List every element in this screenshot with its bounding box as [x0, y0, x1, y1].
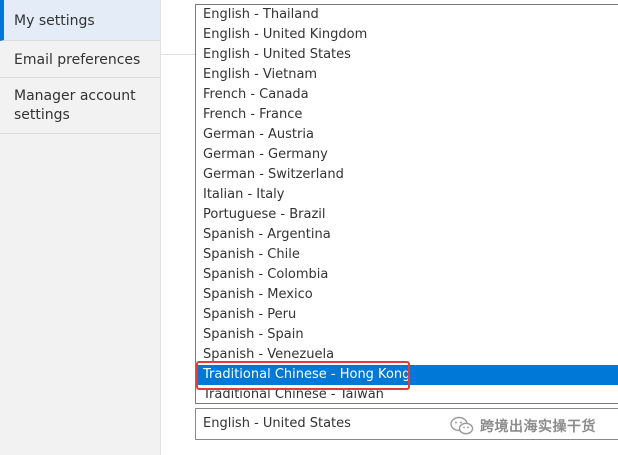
dropdown-option[interactable]: German - Germany [196, 145, 618, 165]
dropdown-option[interactable]: English - Thailand [196, 5, 618, 25]
dropdown-option[interactable]: Italian - Italy [196, 185, 618, 205]
sidebar-item-manager-account-settings[interactable]: Manager account settings [0, 78, 160, 134]
dropdown-option[interactable]: Spanish - Spain [196, 325, 618, 345]
language-select-value: English - United States [203, 416, 351, 431]
sidebar-item-label: Manager account settings [14, 88, 136, 123]
dropdown-option[interactable]: Spanish - Chile [196, 245, 618, 265]
dropdown-option[interactable]: Traditional Chinese - Taiwan [196, 385, 618, 403]
language-dropdown-list[interactable]: English - Thailand English - United Kingd… [195, 4, 618, 404]
content-divider [161, 54, 196, 55]
dropdown-option[interactable]: French - France [196, 105, 618, 125]
dropdown-option[interactable]: English - Vietnam [196, 65, 618, 85]
dropdown-option[interactable]: Spanish - Colombia [196, 265, 618, 285]
dropdown-option[interactable]: French - Canada [196, 85, 618, 105]
dropdown-option[interactable]: Spanish - Peru [196, 305, 618, 325]
watermark-text: 跨境出海实操干货 [480, 419, 596, 435]
watermark: 跨境出海实操干货 [450, 414, 596, 438]
dropdown-option[interactable]: Traditional Chinese - Hong Kong [196, 365, 618, 385]
sidebar-item-label: My settings [14, 13, 95, 29]
dropdown-option[interactable]: German - Austria [196, 125, 618, 145]
dropdown-option[interactable]: German - Switzerland [196, 165, 618, 185]
sidebar-item-label: Email preferences [14, 52, 141, 68]
dropdown-option[interactable]: English - United Kingdom [196, 25, 618, 45]
sidebar-item-my-settings[interactable]: My settings [0, 0, 160, 41]
sidebar-item-email-preferences[interactable]: Email preferences [0, 41, 160, 78]
dropdown-option[interactable]: Spanish - Argentina [196, 225, 618, 245]
dropdown-option[interactable]: Portuguese - Brazil [196, 205, 618, 225]
dropdown-option[interactable]: Spanish - Mexico [196, 285, 618, 305]
dropdown-option[interactable]: English - United States [196, 45, 618, 65]
dropdown-option[interactable]: Spanish - Venezuela [196, 345, 618, 365]
wechat-logo-icon [450, 416, 474, 435]
settings-sidebar: My settings Email preferences Manager ac… [0, 0, 161, 455]
